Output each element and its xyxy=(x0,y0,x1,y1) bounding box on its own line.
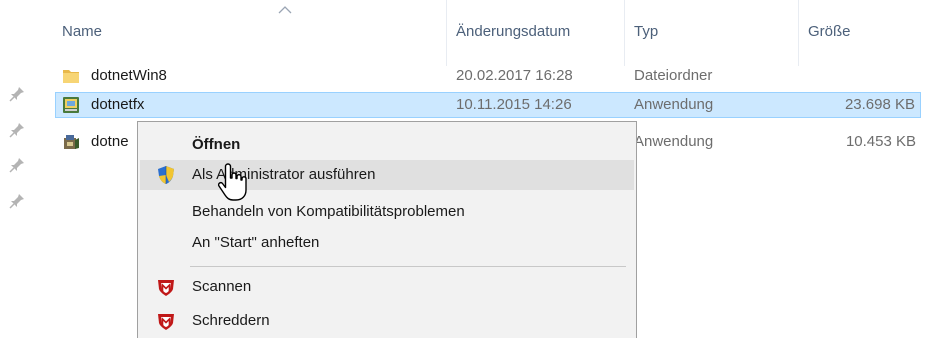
menu-item-label: Schreddern xyxy=(192,312,270,329)
menu-item-scan[interactable]: Scannen xyxy=(140,272,634,302)
file-name: dotnetfx xyxy=(91,96,145,113)
pin-icon[interactable] xyxy=(8,156,26,174)
uac-shield-icon xyxy=(158,166,174,184)
menu-item-open[interactable]: Öffnen xyxy=(140,130,634,160)
mcafee-shield-icon xyxy=(158,280,174,296)
menu-separator xyxy=(190,266,626,267)
menu-item-run-as-admin[interactable]: Als Administrator ausführen xyxy=(140,160,634,190)
menu-item-pin-to-start[interactable]: An "Start" anheften xyxy=(140,228,634,258)
mouse-cursor-icon xyxy=(217,163,247,201)
sort-ascending-icon xyxy=(278,6,292,14)
column-divider[interactable] xyxy=(798,0,799,66)
file-type: Dateiordner xyxy=(634,67,713,84)
column-type-header[interactable]: Typ xyxy=(634,23,658,40)
file-date: 10.11.2015 14:26 xyxy=(456,96,572,113)
column-divider[interactable] xyxy=(624,0,625,66)
column-date-header[interactable]: Änderungsdatum xyxy=(456,23,570,40)
pin-icon[interactable] xyxy=(8,192,26,210)
menu-item-label: Öffnen xyxy=(192,136,241,153)
file-date: 20.02.2017 16:28 xyxy=(456,67,573,84)
file-size: 10.453 KB xyxy=(845,133,916,150)
file-row-dotnetfx[interactable]: dotnetfx 10.11.2015 14:26 Anwendung 23.6… xyxy=(55,92,921,118)
menu-item-troubleshoot-compatibility[interactable]: Behandeln von Kompatibilitätsproblemen xyxy=(140,197,634,227)
file-name: dotnetWin8 xyxy=(91,67,167,84)
file-type: Anwendung xyxy=(634,133,714,150)
pin-icon[interactable] xyxy=(8,85,26,103)
column-divider[interactable] xyxy=(446,0,447,66)
file-type: Anwendung xyxy=(634,96,714,113)
pin-icon[interactable] xyxy=(8,121,26,139)
mcafee-shield-icon xyxy=(158,314,174,330)
setup-icon xyxy=(64,135,79,149)
menu-item-shred[interactable]: Schreddern xyxy=(140,306,634,336)
menu-item-label: Scannen xyxy=(192,278,252,295)
installer-icon xyxy=(63,97,79,113)
column-header-bar: Name Änderungsdatum Typ Größe xyxy=(36,0,926,66)
file-row-dotnetwin8[interactable]: dotnetWin8 20.02.2017 16:28 Dateiordner xyxy=(55,63,921,89)
column-size-header[interactable]: Größe xyxy=(808,23,851,40)
quick-access-pins xyxy=(0,0,36,338)
folder-icon xyxy=(63,70,79,83)
column-name-header[interactable]: Name xyxy=(62,23,102,40)
context-menu: Öffnen Als Administrator ausführen Behan… xyxy=(137,121,637,338)
file-name: dotne xyxy=(91,133,129,150)
menu-item-label: An "Start" anheften xyxy=(192,234,320,251)
file-size: 23.698 KB xyxy=(844,96,915,113)
